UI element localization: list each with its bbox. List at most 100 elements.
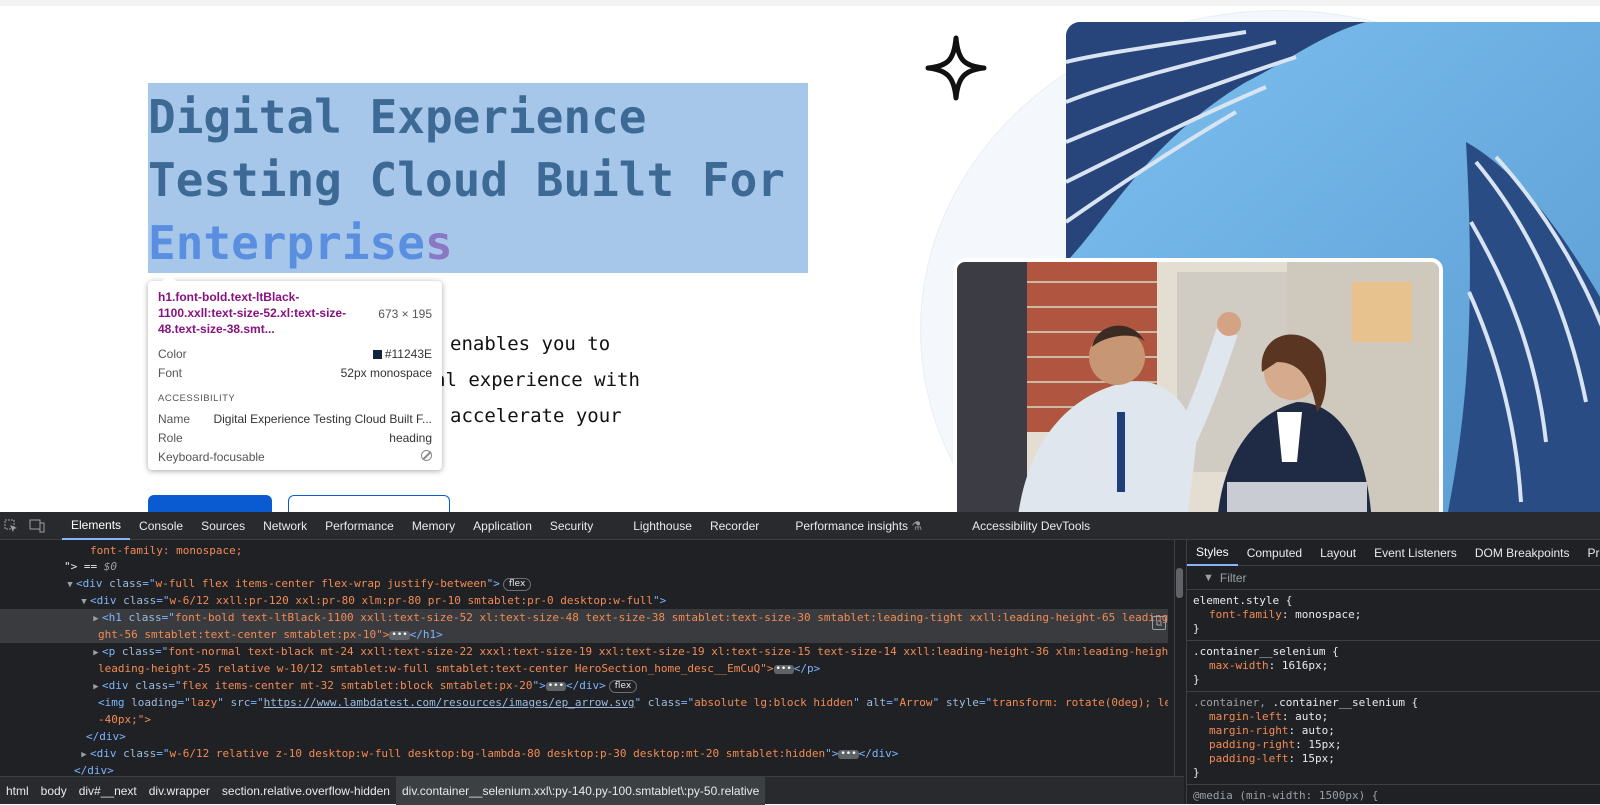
ellipsis-icon[interactable]: ••• (838, 750, 859, 759)
css-value[interactable]: 15px; (1302, 752, 1335, 765)
code-line[interactable]: -40px;"> (0, 711, 1168, 728)
tab-elements[interactable]: Elements (62, 512, 131, 540)
tooltip-font-value: 52px monospace (340, 366, 432, 380)
hero-heading: Digital Experience Testing Cloud Built F… (148, 86, 828, 275)
device-toolbar-icon[interactable] (22, 512, 52, 540)
tab-properties[interactable]: Pro (1579, 540, 1600, 566)
code-line[interactable]: ▼ <div class="w-full flex items-center fl… (0, 575, 1168, 592)
css-property[interactable]: font-family (1209, 608, 1282, 621)
css-value[interactable]: 15px; (1308, 738, 1341, 751)
expand-triangle-icon[interactable]: ▼ (64, 577, 76, 592)
ellipsis-icon[interactable]: ••• (545, 682, 567, 691)
website-viewport: Digital Experience Testing Cloud Built F… (0, 0, 1600, 512)
dom-breadcrumbs: html body div#__next div.wrapper section… (0, 776, 1184, 805)
top-border (0, 0, 1600, 6)
tab-layout[interactable]: Layout (1311, 540, 1365, 566)
tab-memory[interactable]: Memory (403, 512, 464, 540)
code-line[interactable]: ▶ <div class="flex items-center mt-32 smt… (0, 677, 1168, 694)
expand-triangle-icon[interactable]: ▶ (78, 747, 90, 762)
code-line[interactable]: "> == $0 (0, 558, 1168, 575)
css-rule-container[interactable]: .container, .container__selenium { margi… (1187, 692, 1600, 785)
css-media-rule[interactable]: @media (min-width: 1500px) { (1187, 785, 1600, 804)
tab-accessibility-devtools[interactable]: Accessibility DevTools (963, 512, 1099, 540)
styles-filter[interactable]: ▼ Filter (1187, 566, 1600, 590)
code-line[interactable]: <img loading="lazy" src="https://www.lam… (0, 694, 1168, 711)
breadcrumb-container[interactable]: div.container__selenium.xxl\:py-140.py-1… (395, 776, 766, 805)
code-line[interactable]: leading-height-25 relative w-10/12 smtab… (0, 660, 1168, 677)
code-text: transform: rotate(0deg); left: (992, 696, 1168, 709)
css-property[interactable]: padding-left (1209, 752, 1288, 765)
css-value[interactable]: auto; (1302, 724, 1335, 737)
tab-network[interactable]: Network (254, 512, 316, 540)
expand-triangle-icon[interactable]: ▶ (90, 611, 102, 626)
css-property[interactable]: padding-right (1209, 738, 1295, 751)
css-rule-element-style[interactable]: element.style { font-family: monospace; … (1187, 590, 1600, 641)
expand-triangle-icon[interactable]: ▶ (90, 679, 102, 694)
tab-performance[interactable]: Performance (316, 512, 403, 540)
tooltip-focus-label: Keyboard-focusable (158, 450, 265, 464)
css-property[interactable]: margin-right (1209, 724, 1288, 737)
css-rule-container-selenium[interactable]: .container__selenium { max-width: 1616px… (1187, 641, 1600, 692)
elements-scrollbar[interactable] (1174, 540, 1184, 776)
not-focusable-icon (421, 450, 432, 461)
code-line[interactable]: ▶ <p class="font-normal text-black mt-24 … (0, 643, 1168, 660)
elements-tree[interactable]: font-family: monospace; "> == $0 ▼ <div c… (0, 540, 1174, 776)
tab-styles[interactable]: Styles (1187, 540, 1238, 566)
code-line[interactable]: ▶ <div class="w-6/12 relative z-10 deskto… (0, 745, 1168, 762)
tab-lighthouse[interactable]: Lighthouse (624, 512, 701, 540)
css-value[interactable]: 1616px; (1282, 659, 1328, 672)
img-src-link[interactable]: https://www.lambdatest.com/resources/ima… (264, 696, 635, 709)
css-property[interactable]: margin-left (1209, 710, 1282, 723)
css-value[interactable]: auto; (1295, 710, 1328, 723)
copy-icon[interactable]: ⧉ (1152, 616, 1166, 630)
tab-sources[interactable]: Sources (192, 512, 254, 540)
tab-recorder[interactable]: Recorder (701, 512, 768, 540)
code-text: font-bold text-ltBlack-1100 xxll:text-si… (174, 611, 1168, 624)
ellipsis-icon[interactable]: ••• (773, 665, 794, 674)
tab-computed[interactable]: Computed (1238, 540, 1311, 566)
css-property[interactable]: max-width (1209, 659, 1269, 672)
code-text: "> == (64, 560, 104, 573)
code-line-selected[interactable]: ▶ <h1 class="font-bold text-ltBlack-1100 … (0, 609, 1168, 626)
breadcrumb-wrapper[interactable]: div.wrapper (143, 777, 216, 805)
tab-dom-breakpoints[interactable]: DOM Breakpoints (1466, 540, 1579, 566)
devtools-panel: Elements Console Sources Network Perform… (0, 512, 1600, 805)
flex-badge[interactable]: flex (608, 680, 638, 693)
tab-application[interactable]: Application (464, 512, 541, 540)
hero-heading-line2: Testing Cloud Built For (148, 153, 785, 207)
code-text: flex items-center mt-32 smtablet:block s… (181, 679, 533, 692)
expand-triangle-icon[interactable]: ▼ (78, 594, 90, 609)
css-value[interactable]: monospace; (1295, 608, 1361, 621)
code-line[interactable]: ▼ <div class="w-6/12 xxll:pr-120 xxl:pr-8… (0, 592, 1168, 609)
code-line-selected[interactable]: ght-56 smtablet:text-center smtablet:px-… (0, 626, 1168, 643)
tab-performance-insights[interactable]: Performance insights ⚗ (786, 512, 931, 540)
code-text: leading-height-25 relative w-10/12 smtab… (98, 662, 774, 675)
flex-badge[interactable]: flex (502, 578, 532, 591)
primary-cta-button[interactable] (148, 495, 272, 512)
sparkle-icon (925, 35, 987, 101)
inspect-element-icon[interactable] (0, 512, 22, 540)
breadcrumb-section[interactable]: section.relative.overflow-hidden (216, 777, 396, 805)
code-line[interactable]: </div> (0, 728, 1168, 745)
code-text: w-6/12 xxll:pr-120 xxl:pr-80 xlm:pr-80 p… (169, 594, 653, 607)
breadcrumb-body[interactable]: body (35, 777, 73, 805)
breadcrumb-next[interactable]: div#__next (73, 777, 143, 805)
filter-placeholder: Filter (1219, 570, 1247, 585)
breadcrumb-html[interactable]: html (0, 777, 35, 805)
styles-sidebar: Styles Computed Layout Event Listeners D… (1186, 540, 1600, 804)
secondary-cta-button[interactable] (288, 495, 450, 512)
code-line[interactable]: </div> (0, 762, 1168, 776)
expand-triangle-icon[interactable]: ▶ (90, 645, 102, 660)
scrollbar-thumb[interactable] (1176, 568, 1183, 598)
tab-event-listeners[interactable]: Event Listeners (1365, 540, 1466, 566)
tab-console[interactable]: Console (130, 512, 192, 540)
filter-icon: ▼ (1203, 571, 1214, 584)
ellipsis-icon[interactable]: ••• (389, 631, 410, 640)
code-text: w-6/12 relative z-10 desktop:w-full desk… (169, 747, 826, 760)
tab-security[interactable]: Security (541, 512, 602, 540)
code-selected-marker: $0 (103, 560, 117, 573)
tooltip-name-value: Digital Experience Testing Cloud Built F… (213, 412, 432, 426)
tooltip-color-value: #11243E (384, 347, 432, 361)
code-line[interactable]: font-family: monospace; (0, 542, 1168, 559)
tooltip-role-value: heading (389, 431, 432, 445)
